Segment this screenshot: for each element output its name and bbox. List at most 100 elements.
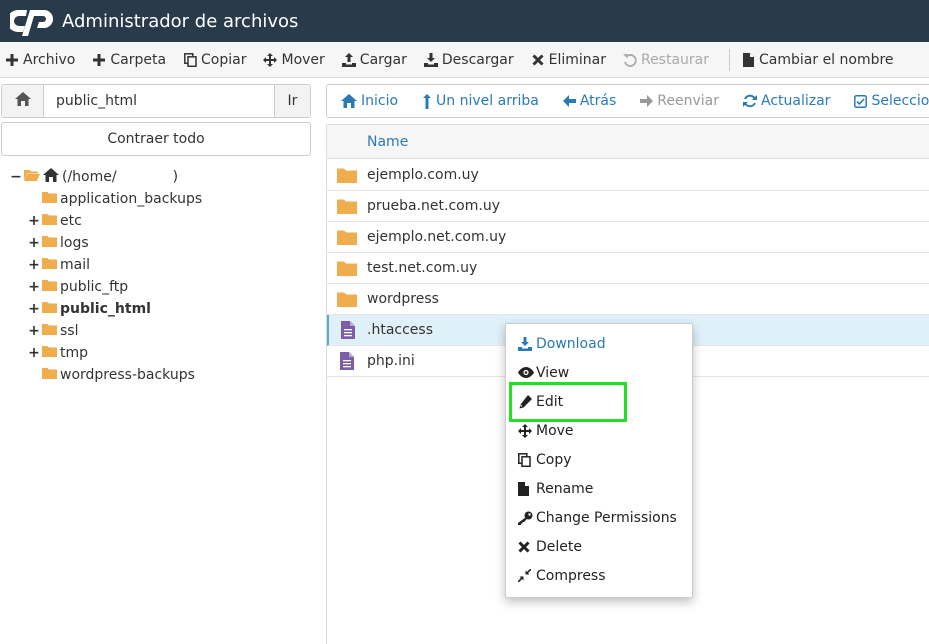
tree-root[interactable]: − (/home/ ) — [0, 166, 320, 188]
home-icon — [341, 94, 357, 108]
file-table-header: Name — [327, 124, 929, 159]
file-row[interactable]: wordpress — [327, 284, 929, 315]
select-all-button[interactable]: Seleccione T — [840, 93, 929, 109]
delete-button[interactable]: Eliminar — [526, 42, 618, 78]
folder-icon — [327, 229, 367, 245]
file-row[interactable]: test.net.com.uy — [327, 253, 929, 284]
back-label: Atrás — [579, 93, 617, 109]
new-file-label: Archivo — [23, 51, 76, 68]
move-button[interactable]: Mover — [258, 42, 336, 78]
context-delete[interactable]: Delete — [506, 532, 692, 561]
expand-toggle[interactable]: + — [28, 279, 40, 295]
expand-toggle[interactable]: + — [28, 235, 40, 251]
upload-button[interactable]: Cargar — [337, 42, 419, 78]
plus-icon — [92, 53, 106, 67]
home-button[interactable] — [2, 85, 44, 117]
rename-button[interactable]: Cambiar el nombre — [736, 42, 906, 78]
context-move[interactable]: Move — [506, 416, 692, 445]
name-column-header[interactable]: Name — [367, 134, 408, 150]
restore-label: Restaurar — [640, 51, 710, 68]
context-edit[interactable]: Edit — [506, 387, 692, 416]
forward-label: Reenviar — [657, 93, 719, 109]
expand-toggle[interactable]: + — [28, 213, 40, 229]
file-row[interactable]: ejemplo.net.com.uy — [327, 222, 929, 253]
tree-item-label: etc — [60, 213, 82, 229]
home-nav-label: Inicio — [361, 93, 399, 109]
folder-icon — [327, 198, 367, 214]
new-folder-label: Carpeta — [110, 51, 167, 68]
new-folder-button[interactable]: Carpeta — [87, 42, 178, 78]
checkbox-icon — [854, 94, 868, 108]
context-view[interactable]: View — [506, 358, 692, 387]
context-change-permissions[interactable]: Change Permissions — [506, 503, 692, 532]
rename-label: Cambiar el nombre — [759, 51, 894, 68]
expand-toggle[interactable]: + — [28, 323, 40, 339]
context-compress[interactable]: Compress — [506, 561, 692, 590]
file-row[interactable]: ejemplo.com.uy — [327, 160, 929, 191]
folder-icon — [327, 291, 367, 307]
up-one-level-button[interactable]: Un nivel arriba — [408, 93, 549, 109]
context-menu: Download View Edit Move Copy Rename Chan… — [505, 323, 693, 598]
tree-item-application-backups[interactable]: application_backups — [0, 188, 320, 210]
refresh-label: Actualizar — [761, 93, 831, 109]
pencil-icon — [518, 394, 534, 409]
move-arrows-icon — [263, 52, 278, 67]
tree-item-tmp[interactable]: + tmp — [0, 342, 320, 364]
download-label: Descargar — [441, 51, 514, 68]
restore-button[interactable]: Restaurar — [618, 42, 721, 78]
download-button[interactable]: Descargar — [419, 42, 526, 78]
copy-button[interactable]: Copiar — [178, 42, 258, 78]
refresh-button[interactable]: Actualizar — [729, 93, 840, 109]
file-name: ejemplo.com.uy — [367, 167, 479, 183]
folder-icon — [42, 191, 57, 207]
level-up-icon — [422, 93, 432, 109]
move-arrows-icon — [518, 423, 534, 438]
up-one-level-label: Un nivel arriba — [436, 93, 539, 109]
context-move-label: Move — [536, 422, 574, 439]
home-nav-button[interactable]: Inicio — [327, 93, 408, 109]
folder-icon — [42, 257, 57, 273]
tree-item-label: public_html — [60, 301, 151, 317]
tree-root-label: (/home/ — [62, 169, 117, 185]
tree-item-etc[interactable]: + etc — [0, 210, 320, 232]
path-input[interactable] — [44, 85, 274, 117]
go-button[interactable]: Ir — [274, 85, 310, 117]
file-row[interactable]: prueba.net.com.uy — [327, 191, 929, 222]
tree-item-public-html[interactable]: + public_html — [0, 298, 320, 320]
tree-item-wordpress-backups[interactable]: wordpress-backups — [0, 364, 320, 386]
context-copy[interactable]: Copy — [506, 445, 692, 474]
file-name: php.ini — [367, 353, 415, 369]
tree-root-close: ) — [172, 169, 179, 185]
arrow-left-icon — [562, 95, 576, 107]
tree-item-label: application_backups — [60, 191, 203, 207]
eye-icon — [518, 367, 534, 378]
context-download[interactable]: Download — [506, 329, 692, 358]
tree-item-mail[interactable]: + mail — [0, 254, 320, 276]
folder-icon — [327, 167, 367, 183]
compress-icon — [518, 569, 534, 582]
expand-toggle[interactable]: + — [28, 345, 40, 361]
tree-item-logs[interactable]: + logs — [0, 232, 320, 254]
context-rename[interactable]: Rename — [506, 474, 692, 503]
expand-toggle[interactable]: + — [28, 301, 40, 317]
copy-label: Copiar — [201, 51, 247, 68]
forward-button[interactable]: Reenviar — [626, 93, 729, 109]
collapse-all-button[interactable]: Contraer todo — [1, 122, 311, 156]
file-icon — [518, 481, 534, 496]
tree-item-label: ssl — [60, 323, 79, 339]
collapse-toggle[interactable]: − — [10, 169, 22, 185]
app-header: Administrador de archivos — [0, 0, 929, 42]
select-all-label: Seleccione T — [871, 93, 929, 109]
cpanel-logo[interactable] — [10, 5, 58, 37]
folder-icon — [42, 367, 57, 383]
folder-icon — [42, 323, 57, 339]
move-label: Mover — [281, 51, 325, 68]
tree-item-public-ftp[interactable]: + public_ftp — [0, 276, 320, 298]
download-icon — [423, 52, 438, 67]
new-file-button[interactable]: Archivo — [0, 42, 87, 78]
context-delete-label: Delete — [536, 538, 582, 555]
tree-item-ssl[interactable]: + ssl — [0, 320, 320, 342]
expand-toggle[interactable]: + — [28, 257, 40, 273]
context-copy-label: Copy — [536, 451, 572, 468]
back-button[interactable]: Atrás — [549, 93, 626, 109]
